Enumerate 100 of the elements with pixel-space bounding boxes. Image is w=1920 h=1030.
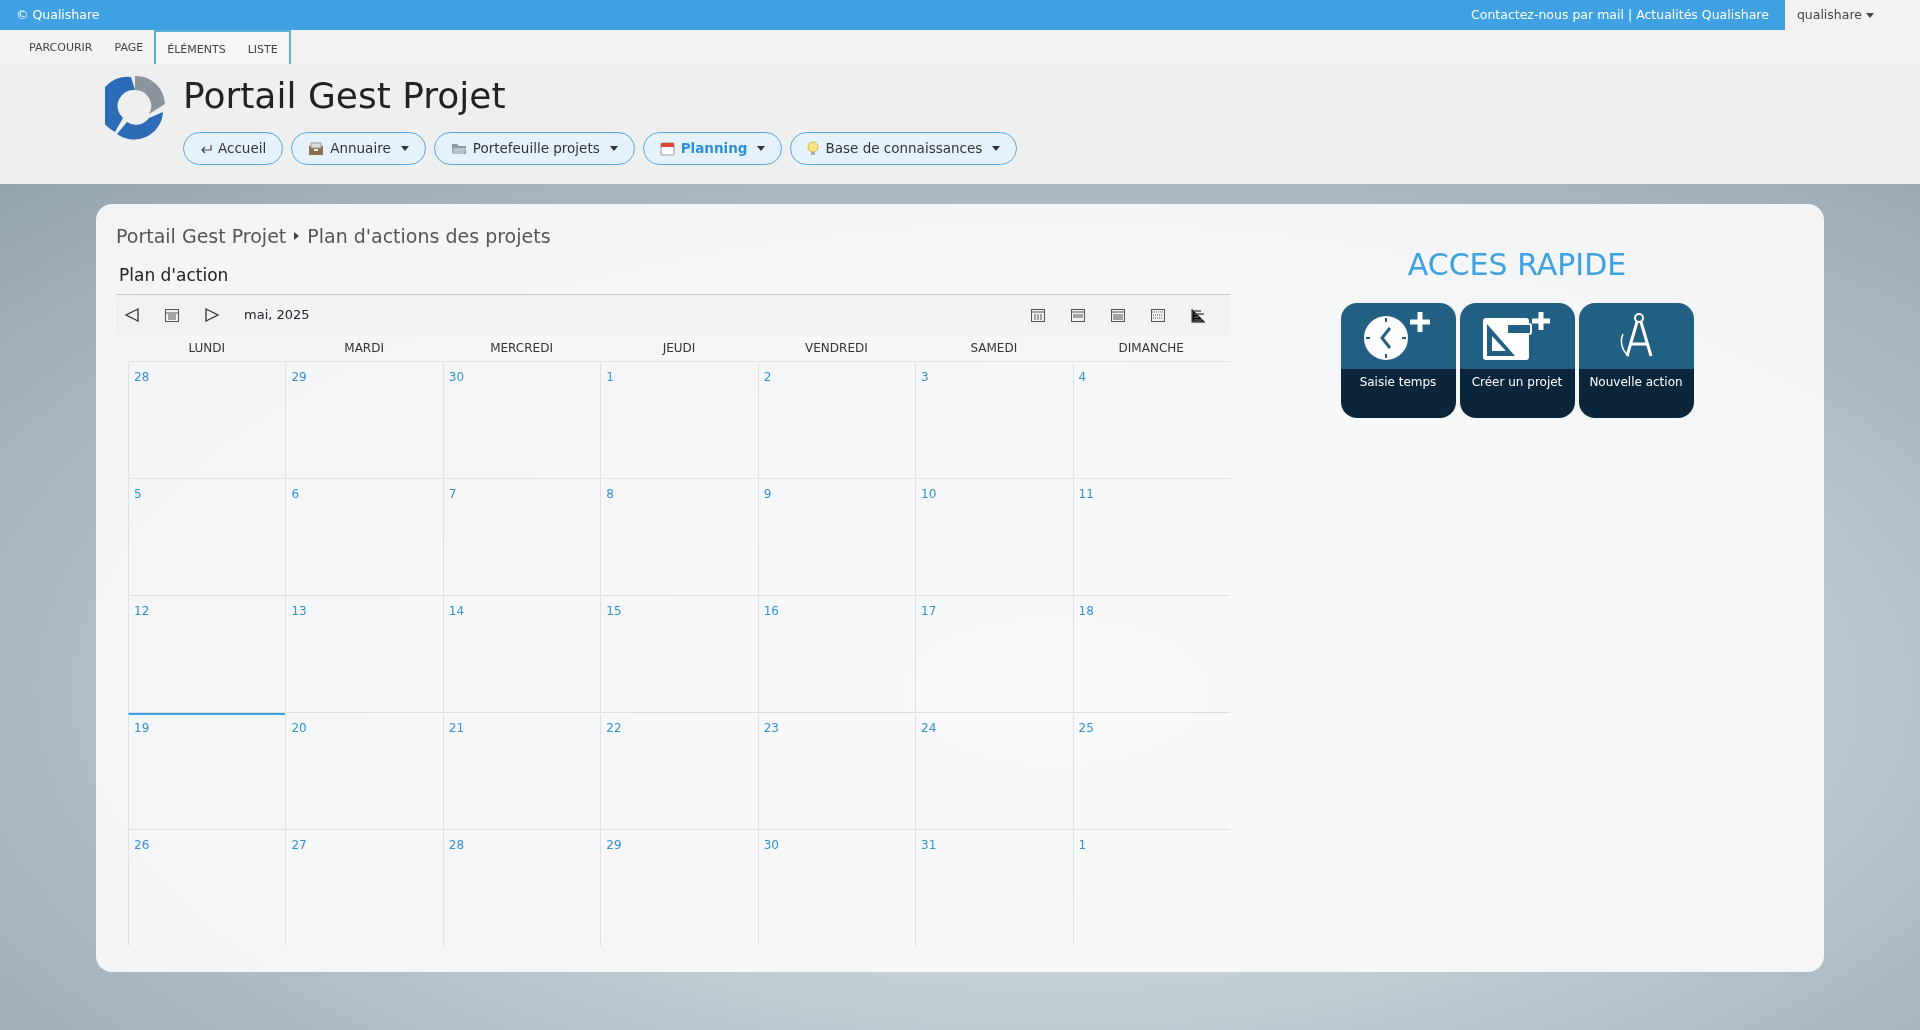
day-cell[interactable]: 14 [442, 596, 601, 712]
day-number[interactable]: 11 [1073, 483, 1099, 505]
day-number[interactable]: 2 [758, 366, 777, 388]
day-cell[interactable]: 10 [915, 479, 1073, 595]
day-cell[interactable]: 15 [600, 596, 758, 712]
day-number[interactable]: 20 [286, 717, 312, 739]
day-cell[interactable]: 24 [915, 713, 1073, 829]
day-cell[interactable]: 23 [757, 713, 916, 829]
day-number[interactable]: 25 [1073, 717, 1099, 739]
day-cell[interactable]: 25 [1072, 713, 1230, 829]
day-number[interactable]: 15 [601, 600, 627, 622]
separator: | [1627, 5, 1633, 24]
nav-button[interactable]: Annuaire [291, 132, 426, 165]
day-number[interactable]: 17 [916, 600, 942, 622]
day-cell[interactable]: 30 [442, 362, 601, 478]
day-cell[interactable]: 5 [128, 479, 286, 595]
day-cell[interactable]: 16 [757, 596, 916, 712]
day-number[interactable]: 5 [129, 483, 147, 505]
day-cell[interactable]: 26 [128, 830, 286, 946]
shortcut-tile[interactable]: Nouvelle action [1578, 303, 1694, 418]
day-cell[interactable]: 11 [1072, 479, 1230, 595]
day-number[interactable]: 7 [443, 483, 462, 505]
day-number[interactable]: 23 [758, 717, 784, 739]
site-title: Portail Gest Projet [183, 78, 507, 114]
day-number[interactable]: 21 [443, 717, 470, 739]
day-number[interactable]: 19 [129, 717, 155, 739]
calendar-icon[interactable] [1150, 307, 1166, 323]
day-cell[interactable]: 12 [128, 596, 286, 712]
breadcrumb-item: Plan d'actions des projets [307, 224, 551, 249]
day-number[interactable]: 27 [286, 834, 312, 856]
day-cell[interactable]: 17 [915, 596, 1073, 712]
day-cell[interactable]: 19 [128, 713, 286, 829]
day-cell[interactable]: 28 [128, 362, 286, 478]
next-icon[interactable] [204, 307, 220, 323]
header-link[interactable]: Contactez-nous par mail [1471, 5, 1624, 25]
brand-link[interactable]: © Qualishare [0, 5, 100, 25]
ribbon-tab[interactable]: ÉLÉMENTS [154, 30, 237, 64]
day-cell[interactable]: 29 [600, 830, 758, 946]
day-number[interactable]: 14 [443, 600, 470, 622]
day-cell[interactable]: 28 [442, 830, 601, 946]
day-number[interactable]: 4 [1073, 366, 1092, 388]
shortcut-tile[interactable]: Saisie temps [1340, 303, 1456, 418]
shortcut-tile[interactable]: Créer un projet [1459, 303, 1575, 418]
day-cell[interactable]: 29 [285, 362, 443, 478]
day-number[interactable]: 28 [129, 366, 155, 388]
day-cell[interactable]: 21 [442, 713, 601, 829]
day-number[interactable]: 1 [601, 366, 619, 388]
day-number[interactable]: 3 [916, 366, 934, 388]
day-number[interactable]: 9 [758, 483, 777, 505]
day-cell[interactable]: 8 [600, 479, 758, 595]
day-number[interactable]: 30 [443, 366, 470, 388]
day-cell[interactable]: 7 [442, 479, 601, 595]
month-view-icon[interactable] [1110, 307, 1126, 323]
day-cell[interactable]: 18 [1072, 596, 1230, 712]
day-cell[interactable]: 30 [757, 830, 916, 946]
ribbon-tab[interactable]: PAGE [103, 30, 155, 64]
nav-button[interactable]: Base de connaissances [790, 132, 1018, 165]
day-number[interactable]: 30 [758, 834, 784, 856]
day-cell[interactable]: 1 [1072, 830, 1230, 946]
day-cell[interactable]: 31 [915, 830, 1073, 946]
previous-icon[interactable] [124, 307, 140, 323]
ribbon-tab[interactable]: PARCOURIR [18, 30, 104, 64]
day-number[interactable]: 26 [129, 834, 155, 856]
day-number[interactable]: 6 [286, 483, 305, 505]
caret-icon [1866, 12, 1874, 18]
calendar-icon [659, 141, 675, 156]
day-number[interactable]: 22 [601, 717, 627, 739]
day-number[interactable]: 24 [916, 717, 942, 739]
day-number[interactable]: 28 [443, 834, 470, 856]
calendar-icon[interactable] [164, 307, 180, 323]
day-number[interactable]: 16 [758, 600, 784, 622]
day-number[interactable]: 1 [1073, 834, 1092, 856]
day-number[interactable]: 29 [601, 834, 627, 856]
nav-button[interactable]: Accueil [183, 132, 284, 165]
day-number[interactable]: 12 [129, 600, 155, 622]
user-menu[interactable]: qualishare [1784, 0, 1920, 30]
day-cell[interactable]: 1 [600, 362, 758, 478]
nav-button[interactable]: Portefeuille projets [433, 132, 635, 165]
timeline-icon[interactable] [1190, 307, 1206, 323]
day-cell[interactable]: 13 [285, 596, 443, 712]
day-view-icon[interactable] [1030, 307, 1046, 323]
day-cell[interactable]: 9 [757, 479, 916, 595]
day-cell[interactable]: 2 [757, 362, 916, 478]
day-number[interactable]: 13 [286, 600, 312, 622]
nav-button[interactable]: Planning [642, 132, 783, 165]
day-cell[interactable]: 27 [285, 830, 443, 946]
breadcrumb-item[interactable]: Portail Gest Projet [116, 222, 287, 251]
day-number[interactable]: 8 [601, 483, 619, 505]
day-cell[interactable]: 22 [600, 713, 758, 829]
day-cell[interactable]: 20 [285, 713, 443, 829]
day-number[interactable]: 31 [916, 834, 942, 856]
day-number[interactable]: 10 [916, 483, 942, 505]
day-cell[interactable]: 4 [1072, 362, 1230, 478]
day-cell[interactable]: 6 [285, 479, 443, 595]
header-link[interactable]: Actualités Qualishare [1636, 5, 1769, 25]
week-view-icon[interactable] [1070, 307, 1086, 323]
day-cell[interactable]: 3 [915, 362, 1073, 478]
day-number[interactable]: 29 [286, 366, 312, 388]
day-number[interactable]: 18 [1073, 600, 1099, 622]
ribbon-tab[interactable]: LISTE [236, 30, 291, 64]
